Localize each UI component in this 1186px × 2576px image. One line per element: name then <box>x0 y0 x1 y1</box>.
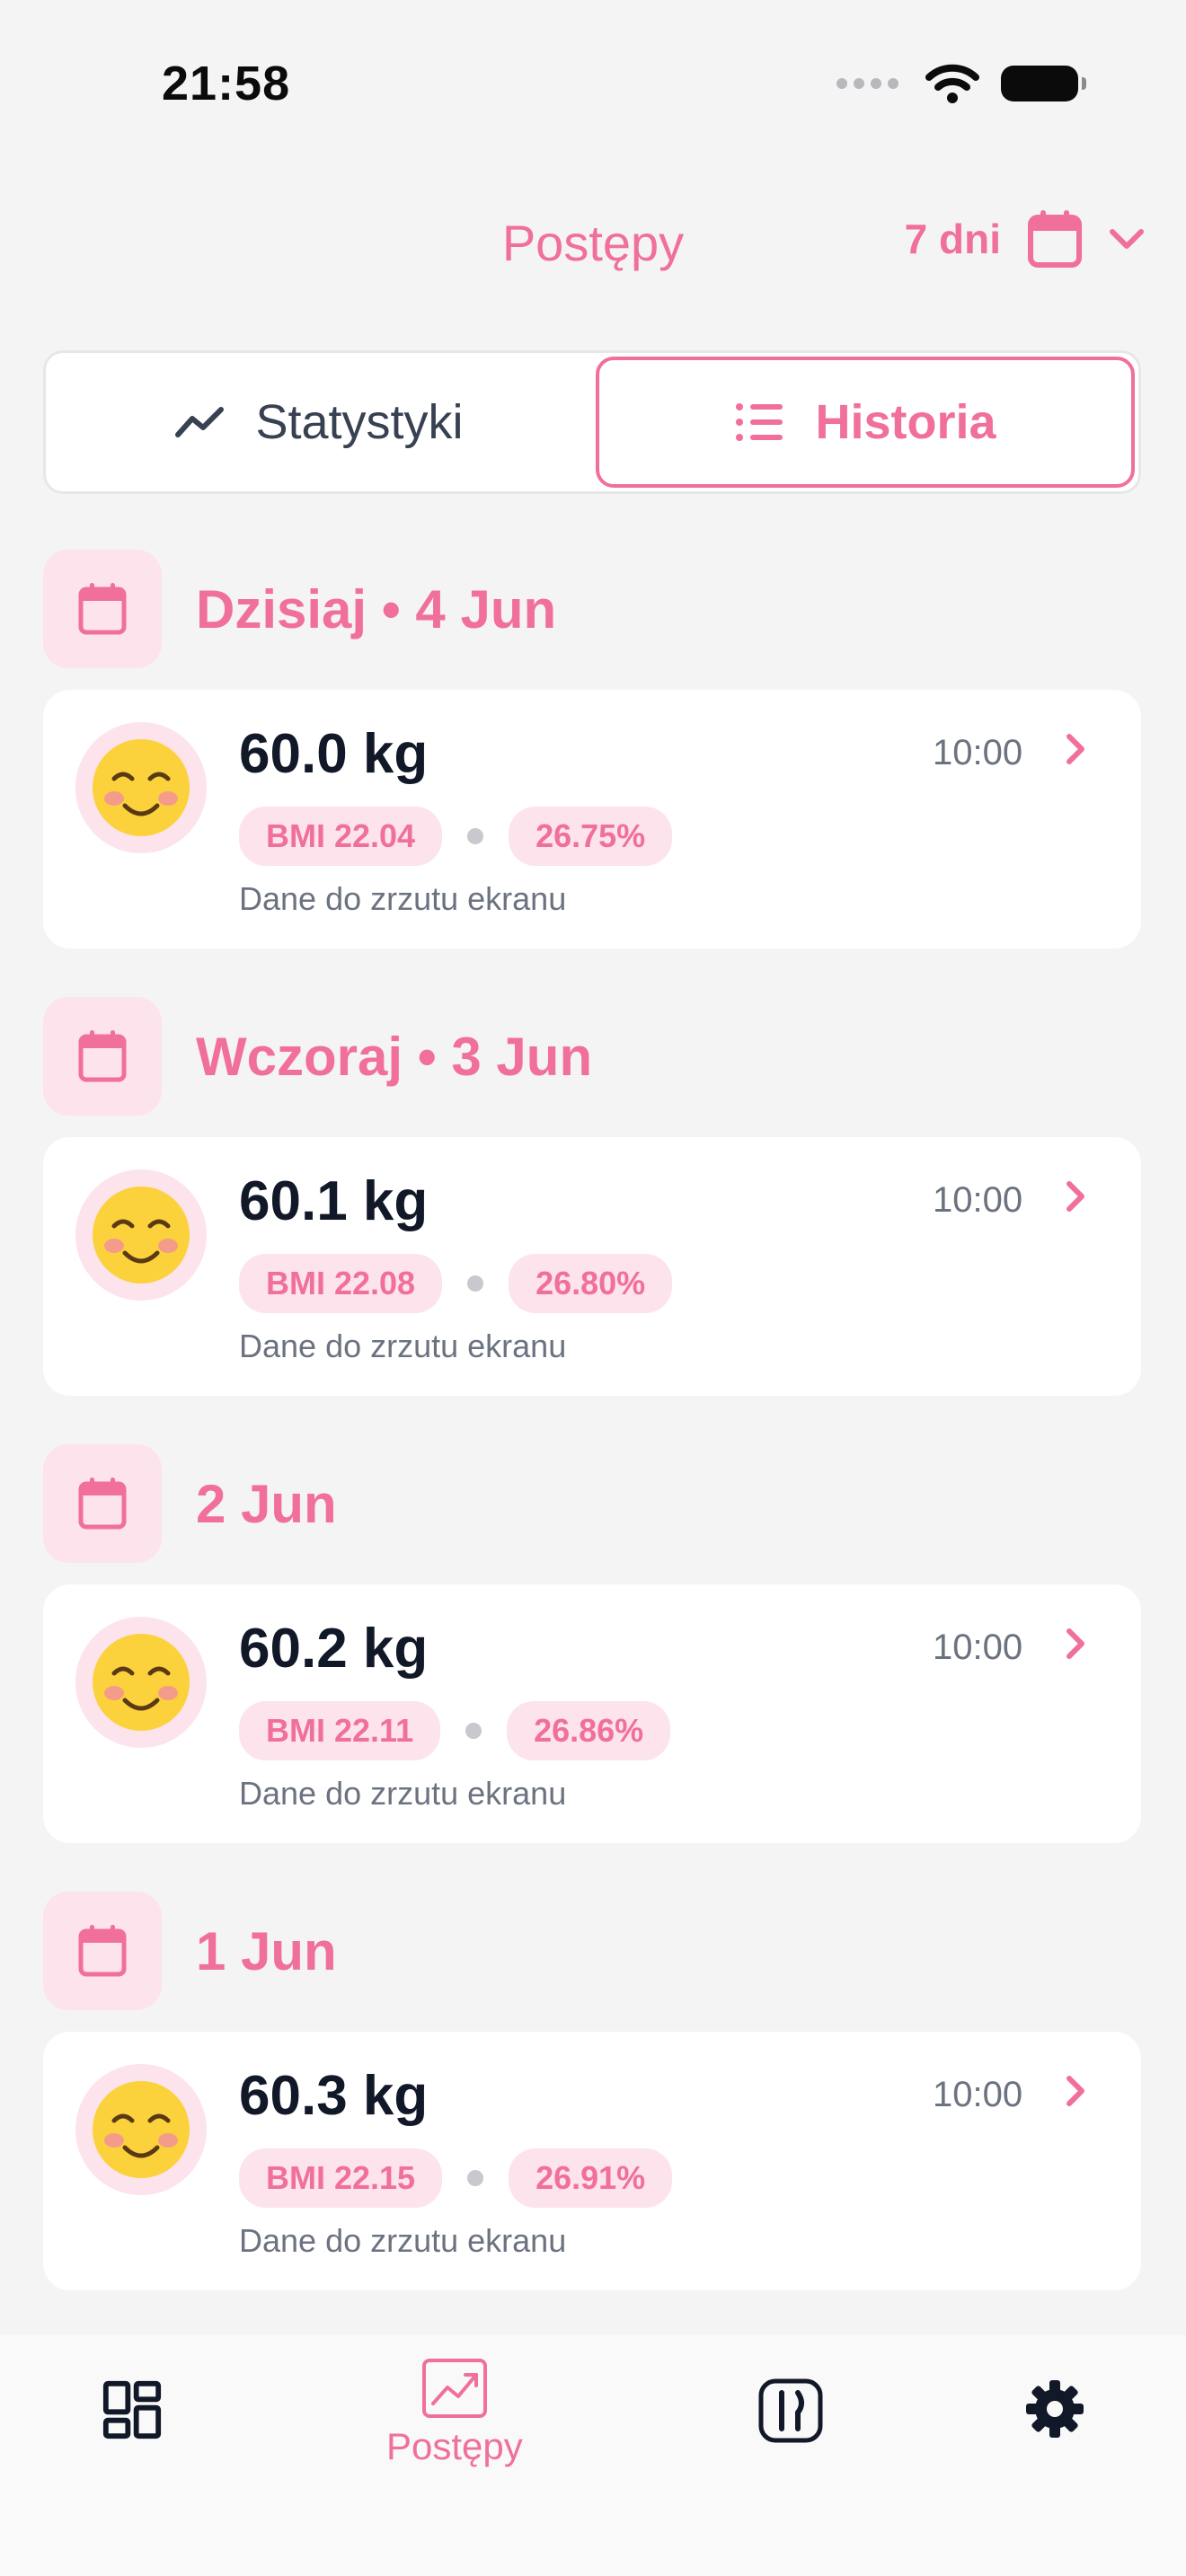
page-header: Postępy 7 dni <box>0 198 1186 287</box>
meals-icon <box>758 2378 823 2443</box>
status-time: 21:58 <box>162 57 291 110</box>
progress-chart-icon <box>421 2359 487 2418</box>
list-icon <box>736 403 783 441</box>
day-calendar-badge <box>43 550 162 668</box>
bmi-badge: BMI 22.08 <box>239 1254 443 1313</box>
dashboard-icon <box>102 2380 162 2439</box>
bmi-badge: BMI 22.04 <box>239 807 443 866</box>
battery-icon <box>1001 66 1086 101</box>
day-calendar-badge <box>43 1444 162 1563</box>
entry-time: 10:00 <box>933 1628 1023 1667</box>
mood-emoji-icon <box>75 2064 207 2195</box>
view-segmented-control: Statystyki Historia <box>43 350 1141 494</box>
body-fat-badge: 26.75% <box>509 807 673 866</box>
separator-dot <box>467 828 484 844</box>
calendar-icon <box>1028 210 1082 268</box>
entry-weight: 60.1 kg <box>239 1170 429 1232</box>
entry-time: 10:00 <box>933 733 1023 772</box>
entry-metrics: BMI 22.08 26.80% <box>239 1254 673 1313</box>
tab-postepy-label: Postępy <box>386 2425 523 2467</box>
day-header: Dzisiaj • 4 Jun <box>43 550 556 668</box>
body-fat-badge: 26.80% <box>509 1254 673 1313</box>
entry-time: 10:00 <box>933 1180 1023 1220</box>
weight-entry-card[interactable]: 60.3 kg 10:00 BMI 22.15 26.91% Dane do z… <box>43 2032 1141 2290</box>
day-calendar-badge <box>43 997 162 1116</box>
entry-note: Dane do zrzutu ekranu <box>239 880 567 917</box>
trend-line-icon <box>175 407 225 437</box>
tab-postepy[interactable]: Postępy <box>386 2357 523 2468</box>
calendar-icon <box>78 1030 127 1082</box>
mood-emoji-icon <box>75 1169 207 1301</box>
day-title: Wczoraj • 3 Jun <box>196 1026 593 1087</box>
chevron-right-icon <box>1067 734 1084 764</box>
status-icons <box>836 63 1086 104</box>
tab-dashboard[interactable] <box>101 2378 164 2441</box>
day-header: 2 Jun <box>43 1444 337 1563</box>
day-header: Wczoraj • 3 Jun <box>43 997 592 1116</box>
chevron-down-icon <box>1110 229 1144 249</box>
entry-metrics: BMI 22.04 26.75% <box>239 807 673 866</box>
mood-emoji-icon <box>75 1617 207 1748</box>
tab-historia[interactable]: Historia <box>596 357 1135 488</box>
settings-gear-icon <box>1026 2380 1084 2438</box>
chevron-right-icon <box>1067 2076 1084 2106</box>
day-title: 1 Jun <box>196 1920 337 1981</box>
range-picker[interactable]: 7 dni <box>905 208 1145 269</box>
separator-dot <box>465 1723 482 1739</box>
entry-note: Dane do zrzutu ekranu <box>239 1328 567 1364</box>
tab-statystyki[interactable]: Statystyki <box>49 357 589 488</box>
entry-weight: 60.2 kg <box>239 1618 429 1680</box>
wifi-icon <box>925 64 979 103</box>
entry-weight: 60.3 kg <box>239 2065 429 2127</box>
tab-historia-label: Historia <box>815 395 996 449</box>
chevron-right-icon <box>1067 1181 1084 1212</box>
chevron-right-icon <box>1067 1628 1084 1659</box>
day-title: 2 Jun <box>196 1473 337 1534</box>
calendar-icon <box>78 1925 127 1977</box>
day-title: Dzisiaj • 4 Jun <box>196 578 557 640</box>
body-fat-badge: 26.91% <box>509 2148 673 2208</box>
signal-icon <box>836 78 898 89</box>
bottom-tab-bar: Postępy <box>0 2335 1186 2576</box>
status-bar: 21:58 <box>0 0 1186 162</box>
entry-weight: 60.0 kg <box>239 723 429 785</box>
weight-entry-card[interactable]: 60.2 kg 10:00 BMI 22.11 26.86% Dane do z… <box>43 1584 1141 1843</box>
day-header: 1 Jun <box>43 1892 337 2010</box>
mood-emoji-icon <box>75 722 207 853</box>
tab-settings[interactable] <box>1022 2377 1087 2441</box>
entry-time: 10:00 <box>933 2075 1023 2114</box>
entry-metrics: BMI 22.15 26.91% <box>239 2148 673 2208</box>
range-label: 7 dni <box>904 216 1001 262</box>
entry-note: Dane do zrzutu ekranu <box>239 2222 567 2259</box>
tab-meals[interactable] <box>757 2377 825 2445</box>
separator-dot <box>467 2170 484 2186</box>
day-calendar-badge <box>43 1892 162 2010</box>
calendar-icon <box>78 1478 127 1530</box>
separator-dot <box>467 1275 484 1292</box>
weight-entry-card[interactable]: 60.1 kg 10:00 BMI 22.08 26.80% Dane do z… <box>43 1137 1141 1396</box>
calendar-icon <box>78 583 127 635</box>
bmi-badge: BMI 22.11 <box>239 1701 441 1760</box>
entry-note: Dane do zrzutu ekranu <box>239 1775 567 1812</box>
body-fat-badge: 26.86% <box>507 1701 671 1760</box>
weight-entry-card[interactable]: 60.0 kg 10:00 BMI 22.04 26.75% Dane do z… <box>43 690 1141 948</box>
entry-metrics: BMI 22.11 26.86% <box>239 1701 671 1760</box>
bmi-badge: BMI 22.15 <box>239 2148 443 2208</box>
tab-statystyki-label: Statystyki <box>255 395 464 449</box>
